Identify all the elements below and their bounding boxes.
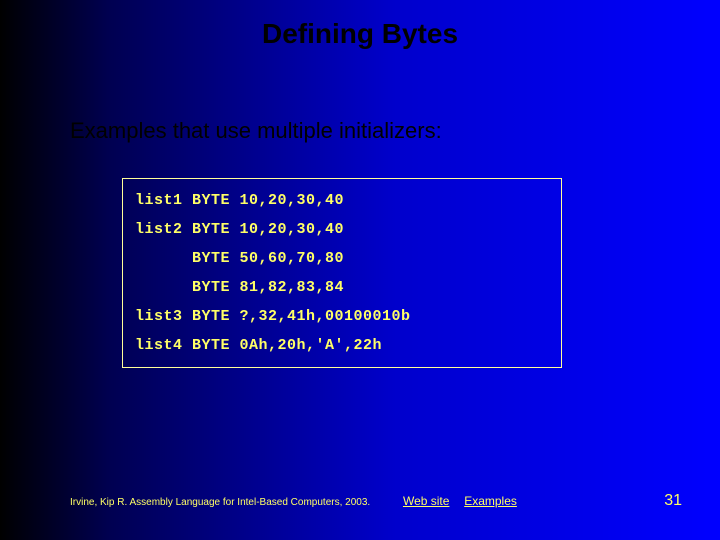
- code-line: list3 BYTE ?,32,41h,00100010b: [135, 309, 549, 324]
- website-link[interactable]: Web site: [403, 494, 449, 508]
- examples-link[interactable]: Examples: [464, 494, 517, 508]
- slide-subtitle: Examples that use multiple initializers:: [70, 118, 442, 144]
- code-line: list4 BYTE 0Ah,20h,'A',22h: [135, 338, 549, 353]
- slide: Defining Bytes Examples that use multipl…: [0, 0, 720, 540]
- code-box: list1 BYTE 10,20,30,40 list2 BYTE 10,20,…: [122, 178, 562, 368]
- code-line: list1 BYTE 10,20,30,40: [135, 193, 549, 208]
- code-line: list2 BYTE 10,20,30,40: [135, 222, 549, 237]
- code-line: BYTE 81,82,83,84: [135, 280, 549, 295]
- footer-credit: Irvine, Kip R. Assembly Language for Int…: [70, 497, 370, 508]
- page-number: 31: [664, 492, 682, 510]
- code-line: BYTE 50,60,70,80: [135, 251, 549, 266]
- footer: Irvine, Kip R. Assembly Language for Int…: [70, 494, 517, 508]
- slide-title: Defining Bytes: [0, 18, 720, 50]
